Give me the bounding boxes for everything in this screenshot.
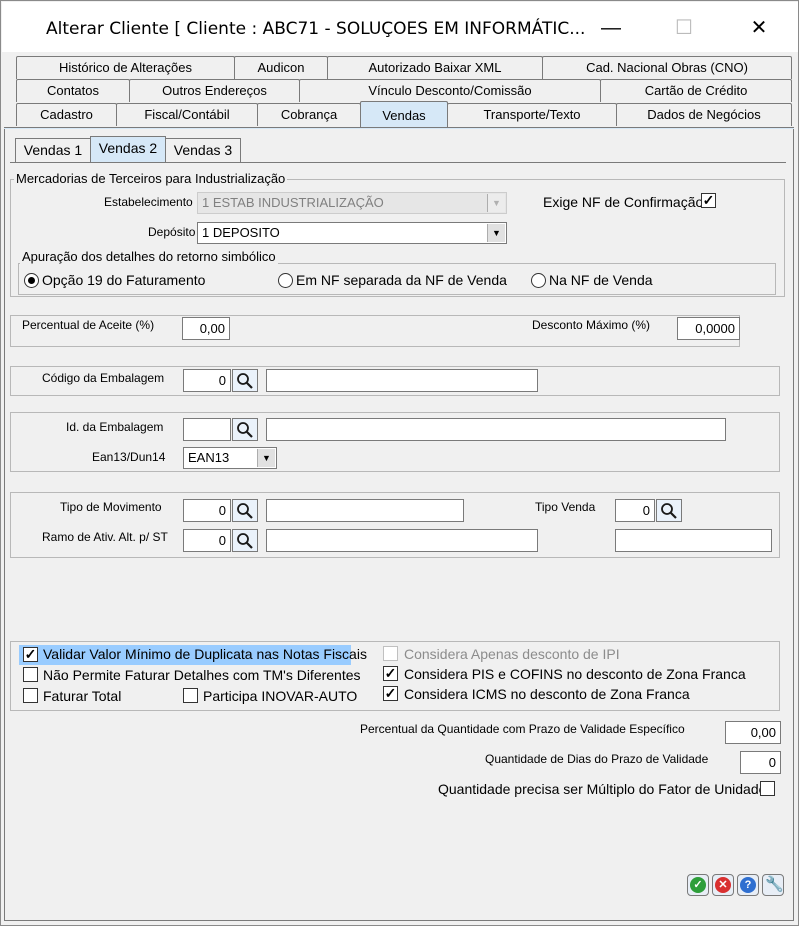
codigo-embalagem-input[interactable]: 0	[183, 369, 231, 392]
cancel-button[interactable]: ✕	[712, 874, 734, 896]
codigo-embalagem-description	[266, 369, 538, 392]
considera-icms-checkbox[interactable]: ✓	[383, 686, 398, 701]
radio-na-nf-venda[interactable]	[531, 273, 546, 288]
tab-dados-negocios[interactable]: Dados de Negócios	[616, 103, 792, 126]
tab-autorizado-xml[interactable]: Autorizado Baixar XML	[327, 56, 543, 79]
considera-icms-label: Considera ICMS no desconto de Zona Franc…	[404, 686, 690, 702]
search-icon[interactable]	[232, 499, 258, 522]
ramo-ativ-description	[266, 529, 538, 552]
validar-minimo-label: Validar Valor Mínimo de Duplicata nas No…	[43, 646, 367, 662]
opcao-19-label: Opção 19 do Faturamento	[42, 272, 206, 288]
apuracao-title: Apuração dos detalhes do retorno simbóli…	[20, 249, 278, 264]
ean-label: Ean13/Dun14	[92, 450, 166, 464]
title-bar: Alterar Cliente [ Cliente : ABC71 - SOLU…	[2, 2, 798, 52]
nao-permite-label: Não Permite Faturar Detalhes com TM's Di…	[43, 667, 361, 683]
tab-transporte-texto[interactable]: Transporte/Texto	[447, 103, 617, 126]
considera-pis-label: Considera PIS e COFINS no desconto de Zo…	[404, 666, 746, 682]
ramo-ativ-input[interactable]: 0	[183, 529, 231, 552]
tab-cartao-credito[interactable]: Cartão de Crédito	[600, 79, 792, 102]
deposito-value: 1 DEPOSITO	[202, 225, 280, 240]
radio-nf-separada[interactable]	[278, 273, 293, 288]
deposito-select[interactable]: 1 DEPOSITO ▼	[197, 222, 507, 244]
tab-contatos[interactable]: Contatos	[16, 79, 130, 102]
id-embalagem-label: Id. da Embalagem	[66, 420, 164, 434]
wrench-icon: 🔧	[765, 876, 784, 893]
na-nf-venda-label: Na NF de Venda	[549, 272, 653, 288]
maximize-button: ☐	[675, 17, 693, 39]
confirm-button[interactable]: ✓	[687, 874, 709, 896]
multiplo-fator-label: Quantidade precisa ser Múltiplo do Fator…	[438, 781, 767, 797]
dias-validade-input[interactable]: 0	[740, 751, 781, 774]
cancel-icon: ✕	[715, 877, 731, 893]
nao-permite-checkbox[interactable]	[23, 667, 38, 682]
considera-pis-checkbox[interactable]: ✓	[383, 666, 398, 681]
help-button[interactable]: ?	[737, 874, 759, 896]
tipo-movimento-input[interactable]: 0	[183, 499, 231, 522]
nf-separada-label: Em NF separada da NF de Venda	[296, 272, 507, 288]
id-embalagem-input[interactable]	[183, 418, 231, 441]
considera-ipi-label: Considera Apenas desconto de IPI	[404, 646, 620, 662]
checkmark-icon: ✓	[690, 877, 706, 893]
tab-historico[interactable]: Histórico de Alterações	[16, 56, 235, 79]
help-icon: ?	[740, 877, 756, 893]
chevron-down-icon[interactable]: ▼	[487, 224, 505, 242]
subtab-vendas-1[interactable]: Vendas 1	[15, 138, 91, 162]
estabelecimento-label: Estabelecimento	[104, 195, 193, 209]
id-embalagem-description	[266, 418, 726, 441]
tab-cadastro[interactable]: Cadastro	[16, 103, 117, 126]
aceite-label: Percentual de Aceite (%)	[22, 318, 155, 332]
participa-inovar-checkbox[interactable]	[183, 688, 198, 703]
search-icon[interactable]	[232, 369, 258, 392]
minimize-button[interactable]: —	[591, 12, 631, 44]
ean-select[interactable]: EAN13 ▼	[183, 447, 277, 469]
search-icon[interactable]	[232, 418, 258, 441]
radio-opcao-19[interactable]	[24, 273, 39, 288]
tab-vendas[interactable]: Vendas	[360, 101, 448, 128]
close-button[interactable]: ✕	[739, 12, 779, 44]
tab-vinculo-desconto[interactable]: Vínculo Desconto/Comissão	[299, 79, 601, 102]
multiplo-fator-checkbox[interactable]	[760, 781, 775, 796]
tipo-movimento-label: Tipo de Movimento	[60, 500, 162, 514]
estabelecimento-value: 1 ESTAB INDUSTRIALIZAÇÃO	[202, 195, 384, 210]
participa-inovar-label: Participa INOVAR-AUTO	[203, 688, 358, 704]
exige-nf-checkbox[interactable]: ✓	[701, 193, 716, 208]
tab-audicon[interactable]: Audicon	[234, 56, 328, 79]
percentual-validade-input[interactable]: 0,00	[725, 721, 781, 744]
chevron-down-icon: ▼	[487, 194, 505, 212]
tab-outros-enderecos[interactable]: Outros Endereços	[129, 79, 300, 102]
search-icon[interactable]	[656, 499, 682, 522]
subtab-divider	[10, 162, 786, 163]
ean-value: EAN13	[188, 450, 230, 465]
desconto-maximo-input[interactable]: 0,0000	[677, 317, 740, 340]
search-icon[interactable]	[232, 529, 258, 552]
considera-ipi-checkbox	[383, 646, 398, 661]
desconto-maximo-label: Desconto Máximo (%)	[532, 318, 651, 332]
aceite-input[interactable]: 0,00	[182, 317, 230, 340]
tipo-movimento-description	[266, 499, 464, 522]
tab-fiscal-contabil[interactable]: Fiscal/Contábil	[116, 103, 258, 126]
tipo-venda-input[interactable]: 0	[615, 499, 655, 522]
percentual-validade-label: Percentual da Quantidade com Prazo de Va…	[360, 722, 685, 736]
dias-validade-label: Quantidade de Dias do Prazo de Validade	[485, 752, 709, 766]
deposito-label: Depósito	[148, 225, 196, 239]
estabelecimento-select: 1 ESTAB INDUSTRIALIZAÇÃO ▼	[197, 192, 507, 214]
tools-button[interactable]: 🔧	[762, 874, 784, 896]
codigo-embalagem-label: Código da Embalagem	[42, 371, 165, 385]
tipo-venda-description	[615, 529, 772, 552]
chevron-down-icon[interactable]: ▼	[257, 449, 275, 467]
validar-minimo-checkbox[interactable]: ✓	[23, 647, 38, 662]
faturar-total-checkbox[interactable]	[23, 688, 38, 703]
tipo-venda-label: Tipo Venda	[535, 500, 596, 514]
tab-cobranca[interactable]: Cobrança	[257, 103, 361, 126]
window-title: Alterar Cliente [ Cliente : ABC71 - SOLU…	[46, 19, 586, 39]
ramo-ativ-label: Ramo de Ativ. Alt. p/ ST	[42, 530, 168, 544]
subtab-vendas-2[interactable]: Vendas 2	[90, 136, 166, 163]
exige-nf-label: Exige NF de Confirmação	[543, 194, 704, 210]
subtab-vendas-3[interactable]: Vendas 3	[165, 138, 241, 162]
tab-cno[interactable]: Cad. Nacional Obras (CNO)	[542, 56, 792, 79]
mercadorias-group-title: Mercadorias de Terceiros para Industrial…	[14, 171, 288, 186]
faturar-total-label: Faturar Total	[43, 688, 122, 704]
